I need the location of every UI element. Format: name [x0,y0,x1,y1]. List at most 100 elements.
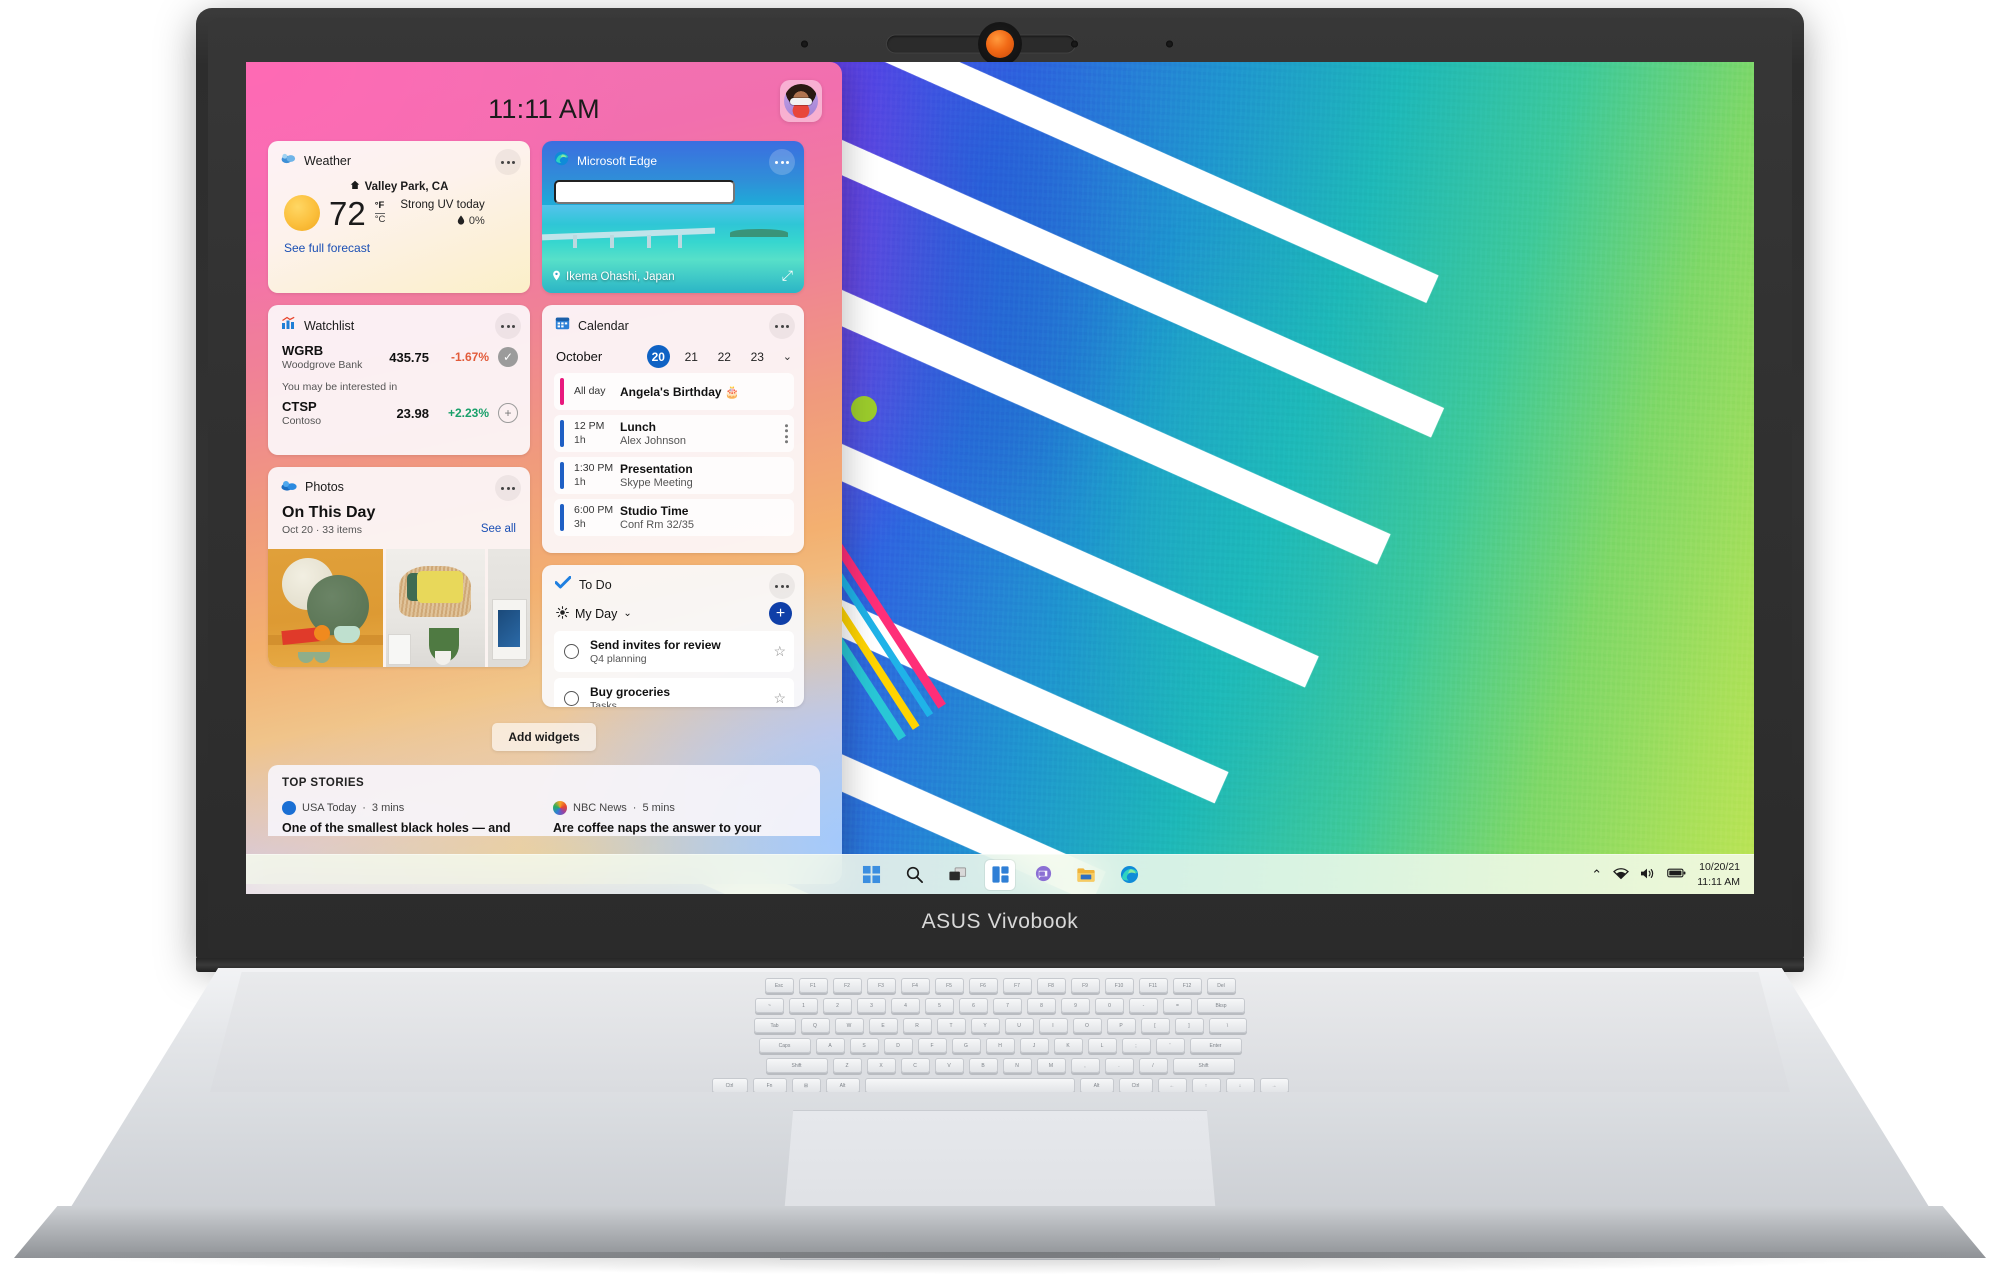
key[interactable]: F9 [1070,978,1100,993]
key[interactable]: ' [1155,1038,1185,1053]
key[interactable]: F10 [1104,978,1134,993]
news-headline[interactable]: One of the smallest black holes — and [282,820,535,836]
key[interactable]: Esc [764,978,794,993]
key[interactable]: 1 [789,998,818,1013]
volume-icon[interactable] [1640,867,1656,883]
task-checkbox[interactable] [564,644,579,659]
todo-task-item[interactable]: Send invites for review Q4 planning ☆ [554,631,794,672]
key[interactable]: ← [1157,1078,1187,1092]
key[interactable]: F5 [934,978,964,993]
calendar-day-selected[interactable]: 20 [646,345,670,368]
photos-more-button[interactable] [495,475,521,501]
key[interactable]: M [1036,1058,1066,1073]
key[interactable]: Tab [753,1018,796,1033]
watchlist-row[interactable]: CTSP Contoso 23.98 +2.23% + [268,395,530,427]
key[interactable]: 0 [1095,998,1124,1013]
key[interactable]: → [1259,1078,1289,1092]
key[interactable]: V [934,1058,964,1073]
key[interactable]: F6 [968,978,998,993]
key[interactable]: ↑ [1191,1078,1221,1092]
key[interactable]: F3 [866,978,896,993]
watchlist-widget[interactable]: Watchlist WGRB Woodgrove Bank 435.75 -1.… [268,305,530,455]
star-icon[interactable]: ☆ [773,643,786,660]
stock-add-icon[interactable]: + [498,403,518,423]
photo-thumbnail[interactable] [385,549,486,667]
taskbar-widgets-button[interactable] [985,859,1015,890]
key[interactable]: Y [970,1018,1000,1033]
taskbar-task-view-button[interactable] [942,860,972,890]
photos-widget[interactable]: Photos On This Day Oct 20 · 33 items See… [268,467,530,667]
watchlist-more-button[interactable] [495,313,521,339]
key[interactable]: I [1038,1018,1068,1033]
key[interactable]: 3 [857,998,886,1013]
key[interactable]: Z [832,1058,862,1073]
taskbar-file-explorer-button[interactable] [1071,860,1101,890]
event-overflow-icon[interactable] [785,423,788,444]
key[interactable]: ] [1174,1018,1204,1033]
key[interactable]: Ctrl [1118,1078,1153,1092]
key[interactable]: , [1070,1058,1100,1073]
key[interactable]: A [815,1038,845,1053]
key[interactable]: U [1004,1018,1034,1033]
key[interactable]: 6 [959,998,988,1013]
key[interactable]: 4 [891,998,920,1013]
todo-more-button[interactable] [769,573,795,599]
key[interactable]: H [985,1038,1015,1053]
calendar-widget[interactable]: Calendar October 20 21 22 23 ⌄ All day A… [542,305,804,553]
calendar-event[interactable]: 1:30 PM 1h Presentation Skype Meeting [554,457,794,494]
battery-icon[interactable] [1667,867,1686,882]
key[interactable]: S [849,1038,879,1053]
key[interactable]: L [1087,1038,1117,1053]
key[interactable]: . [1104,1058,1134,1073]
key[interactable]: / [1138,1058,1168,1073]
key[interactable]: 2 [823,998,852,1013]
key[interactable]: 5 [925,998,954,1013]
key[interactable]: F4 [900,978,930,993]
microsoft-edge-widget[interactable]: Microsoft Edge Ikema Ohashi, Japan ⤢ [542,141,804,293]
key[interactable]: E [868,1018,898,1033]
key[interactable]: W [834,1018,864,1033]
key[interactable]: R [902,1018,932,1033]
key[interactable]: ; [1121,1038,1151,1053]
calendar-event[interactable]: 12 PM 1h Lunch Alex Johnson [554,415,794,452]
taskbar-search-button[interactable] [899,860,929,890]
key[interactable]: Ctrl [711,1078,748,1092]
chevron-up-icon[interactable]: ⌃ [1591,867,1602,883]
key[interactable]: Fn [752,1078,787,1092]
news-story[interactable]: USA Today · 3 mins One of the smallest b… [282,801,535,836]
key[interactable]: 9 [1061,998,1090,1013]
key[interactable]: O [1072,1018,1102,1033]
edge-search-input[interactable] [554,180,735,204]
star-icon[interactable]: ☆ [773,690,786,707]
todo-add-button[interactable]: + [769,602,792,625]
calendar-day[interactable]: 21 [680,345,703,368]
key[interactable]: F [917,1038,947,1053]
key[interactable]: N [1002,1058,1032,1073]
key[interactable]: ⊞ [791,1078,821,1092]
calendar-more-button[interactable] [769,313,795,339]
key[interactable]: G [951,1038,981,1053]
widgets-panel[interactable]: 11:11 AM Weather Valley Park, CA 72 °F °… [246,62,842,884]
calendar-event[interactable]: All day Angela's Birthday 🎂 [554,373,794,410]
taskbar-start-button[interactable] [856,860,886,890]
photos-see-all-link[interactable]: See all [481,523,516,535]
key[interactable]: Bksp [1197,998,1245,1013]
edge-more-button[interactable] [769,149,795,175]
widgets-scroll-area[interactable]: 11:11 AM Weather Valley Park, CA 72 °F °… [246,62,842,884]
key[interactable]: K [1053,1038,1083,1053]
key[interactable]: [ [1140,1018,1170,1033]
key[interactable]: J [1019,1038,1049,1053]
key[interactable]: - [1129,998,1158,1013]
key[interactable]: Del [1206,978,1236,993]
weather-widget[interactable]: Weather Valley Park, CA 72 °F °C Strong … [268,141,530,293]
key[interactable]: 8 [1027,998,1056,1013]
calendar-event[interactable]: 6:00 PM 3h Studio Time Conf Rm 32/35 [554,499,794,536]
stock-following-icon[interactable]: ✓ [498,347,518,367]
key[interactable]: = [1163,998,1192,1013]
key[interactable]: X [866,1058,896,1073]
key[interactable]: B [968,1058,998,1073]
edge-expand-icon[interactable]: ⤢ [782,267,793,284]
key[interactable]: \ [1208,1018,1247,1033]
key[interactable]: ~ [755,998,784,1013]
key[interactable]: Alt [825,1078,860,1092]
